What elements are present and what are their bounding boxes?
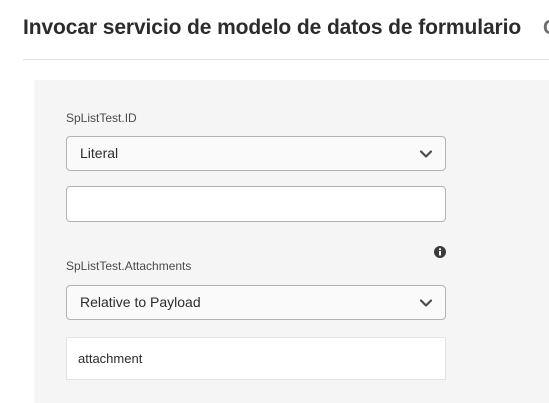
select-value: Literal <box>80 145 119 161</box>
info-icon[interactable] <box>434 246 446 258</box>
splisttest-attachments-value-input[interactable] <box>66 337 446 380</box>
splisttest-attachments-mapping-select[interactable]: Relative to Payload <box>66 285 446 320</box>
dialog-header: Invocar servicio de modelo de datos de f… <box>0 0 549 60</box>
field-label-splisttest-id: SpListTest.ID <box>66 111 137 125</box>
select-value: Relative to Payload <box>80 294 201 310</box>
splisttest-id-value-input[interactable] <box>66 186 446 222</box>
field-label-splisttest-attachments: SpListTest.Attachments <box>66 259 192 273</box>
header-truncated-text: C <box>543 17 549 40</box>
chevron-down-icon <box>419 299 433 307</box>
header-divider <box>23 59 549 60</box>
chevron-down-icon <box>419 150 433 158</box>
dialog-title: Invocar servicio de modelo de datos de f… <box>23 16 522 39</box>
splisttest-id-mapping-select[interactable]: Literal <box>66 136 446 171</box>
